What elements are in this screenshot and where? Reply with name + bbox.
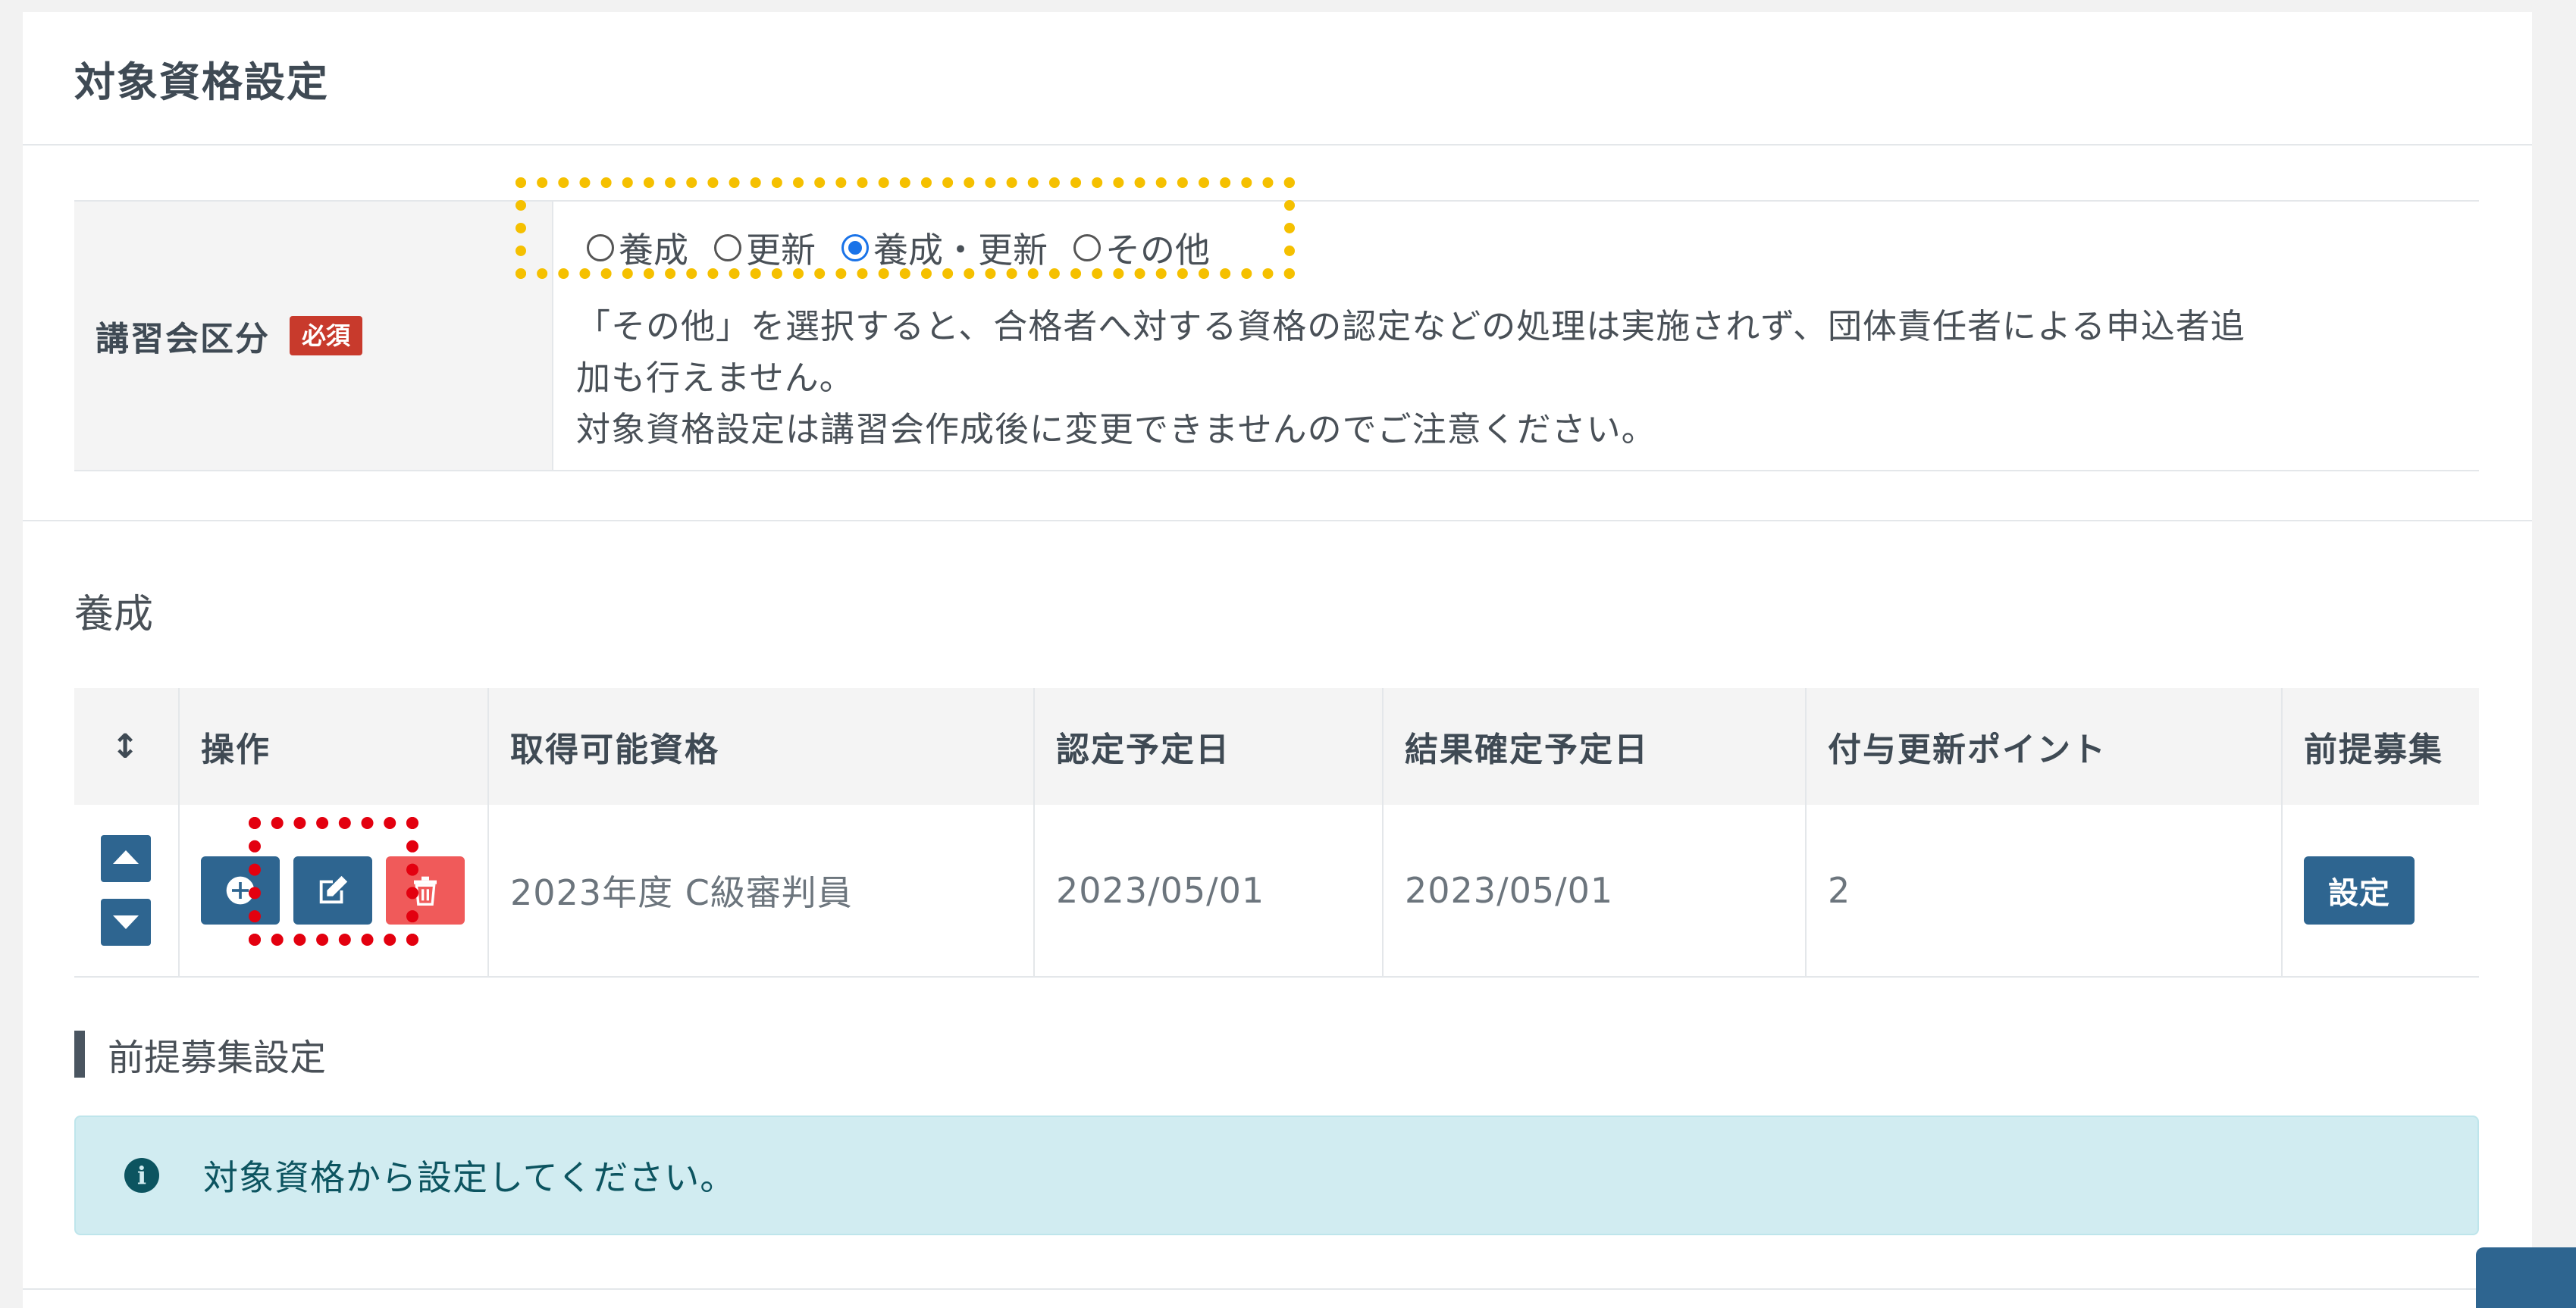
help-text-line1: 「その他」を選択すると、合格者へ対する資格の認定などの処理は実施されず、団体責任… bbox=[576, 306, 2245, 346]
result-date-cell: 2023/05/01 bbox=[1383, 805, 1807, 978]
cert-date-cell: 2023/05/01 bbox=[1034, 805, 1384, 978]
prereq-setting-button[interactable]: 設定 bbox=[2304, 856, 2415, 925]
radio-option-training[interactable]: 養成 bbox=[587, 223, 688, 273]
card-title: 対象資格設定 bbox=[74, 58, 329, 106]
sort-column-header: ↕ bbox=[74, 688, 180, 805]
move-down-button[interactable] bbox=[101, 899, 151, 946]
plus-circle-icon bbox=[226, 876, 255, 905]
form-field-value-cell: 養成 更新 養成・更新 その他 「その他」を選択すると、合格者へ対する資格の認定… bbox=[553, 202, 2479, 470]
info-alert: i 対象資格から設定してください。 bbox=[74, 1116, 2479, 1235]
required-badge: 必須 bbox=[290, 316, 363, 355]
qualification-table: ↕ 操作 取得可能資格 認定予定日 結果確定予定日 付与更新ポイント 前提募集 bbox=[74, 688, 2479, 978]
radio-circle-checked[interactable] bbox=[841, 234, 869, 261]
delete-button[interactable] bbox=[386, 856, 465, 925]
radio-circle[interactable] bbox=[714, 234, 741, 261]
prereq-cell: 設定 bbox=[2282, 805, 2479, 978]
ops-column-header: 操作 bbox=[179, 688, 489, 805]
section-title: 養成 bbox=[74, 592, 154, 637]
points-cell: 2 bbox=[1806, 805, 2283, 978]
radio-option-training-renewal[interactable]: 養成・更新 bbox=[841, 223, 1048, 273]
radio-label: 養成・更新 bbox=[873, 230, 1048, 271]
form-table: 講習会区分 必須 養成 更新 養成・更新 その他 「その他」を選択すると、合格者… bbox=[74, 200, 2479, 471]
course-type-radio-group: 養成 更新 養成・更新 その他 bbox=[587, 223, 1210, 273]
radio-option-other[interactable]: その他 bbox=[1073, 223, 1210, 273]
info-icon: i bbox=[124, 1158, 159, 1193]
radio-label: 更新 bbox=[746, 230, 816, 271]
help-text-line2: 対象資格設定は講習会作成後に変更できませんのでご注意ください。 bbox=[576, 409, 1656, 449]
form-field-label-cell: 講習会区分 必須 bbox=[74, 202, 553, 470]
bottom-divider bbox=[23, 1288, 2532, 1290]
prereq-column-header: 前提募集 bbox=[2282, 688, 2479, 805]
radio-label: その他 bbox=[1105, 230, 1210, 271]
points-column-header: 付与更新ポイント bbox=[1806, 688, 2283, 805]
edit-button[interactable] bbox=[293, 856, 372, 925]
sort-cell bbox=[74, 805, 180, 978]
result-date-column-header: 結果確定予定日 bbox=[1383, 688, 1807, 805]
radio-circle[interactable] bbox=[1073, 234, 1101, 261]
radio-circle[interactable] bbox=[587, 234, 614, 261]
radio-label: 養成 bbox=[619, 230, 688, 271]
subsection-title: 前提募集設定 bbox=[74, 1031, 326, 1079]
cert-date-column-header: 認定予定日 bbox=[1034, 688, 1384, 805]
field-label: 講習会区分 bbox=[96, 320, 270, 358]
radio-option-renewal[interactable]: 更新 bbox=[714, 223, 816, 273]
qualification-cell: 2023年度 C級審判員 bbox=[488, 805, 1035, 978]
qualification-settings-card: 対象資格設定 講習会区分 必須 養成 更新 養成・更新 その他 「その他」を選択… bbox=[23, 12, 2532, 1308]
table-row: 2023年度 C級審判員 2023/05/01 2023/05/01 2 設定 bbox=[74, 805, 2479, 978]
ops-cell bbox=[179, 805, 489, 978]
scroll-to-top-button[interactable] bbox=[2476, 1247, 2576, 1308]
card-header: 対象資格設定 bbox=[23, 12, 2532, 146]
row-actions bbox=[201, 856, 487, 925]
alert-text: 対象資格から設定してください。 bbox=[203, 1157, 736, 1198]
move-up-button[interactable] bbox=[101, 835, 151, 882]
add-button[interactable] bbox=[201, 856, 280, 925]
edit-icon bbox=[319, 875, 348, 904]
qualification-column-header: 取得可能資格 bbox=[488, 688, 1035, 805]
trash-icon bbox=[414, 876, 437, 906]
help-text-line1-cont: 加も行えません。 bbox=[576, 358, 854, 398]
table-header-row: ↕ 操作 取得可能資格 認定予定日 結果確定予定日 付与更新ポイント 前提募集 bbox=[74, 688, 2479, 805]
section-divider bbox=[23, 520, 2532, 521]
